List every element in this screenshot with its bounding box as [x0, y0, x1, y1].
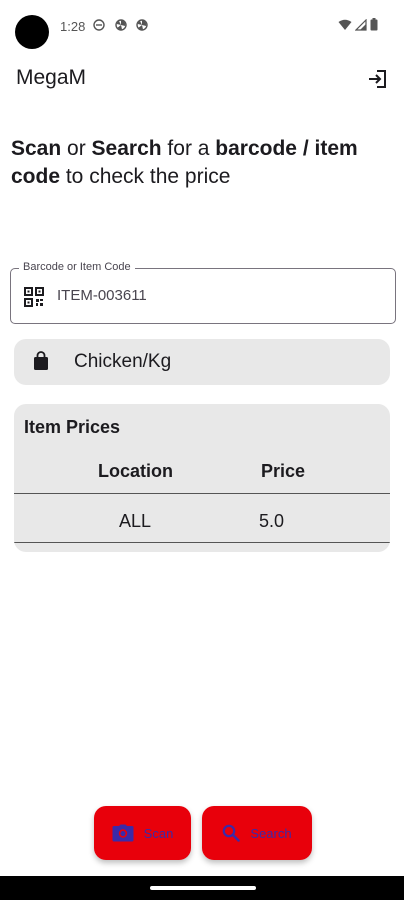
qr-code-icon: [24, 287, 44, 307]
instruction-tail: to check the price: [60, 165, 231, 188]
instruction-text: Scan or Search for a barcode / item code…: [11, 135, 391, 191]
wifi-icon: [338, 19, 352, 30]
camera-cutout: [15, 15, 49, 49]
cell-price: 5.0: [259, 511, 285, 531]
status-system-icons: [338, 18, 378, 31]
column-header-location: Location: [98, 461, 173, 481]
cell-location: ALL: [119, 511, 152, 531]
status-bar: 1:28: [0, 0, 404, 52]
camera-icon: [112, 824, 134, 842]
instruction-connector: or: [61, 137, 92, 160]
column-header-price: Price: [261, 461, 306, 481]
instruction-scan: Scan: [11, 137, 62, 160]
header-divider: [14, 493, 390, 494]
signal-icon: [355, 18, 367, 31]
product-card: Chicken/Kg: [14, 339, 390, 385]
barcode-input[interactable]: [57, 287, 357, 304]
pinwheel-icon: [115, 19, 127, 31]
row-divider: [14, 542, 390, 543]
product-name: Chicken/Kg: [74, 351, 172, 372]
scan-button[interactable]: Scan: [94, 806, 191, 860]
battery-icon: [370, 18, 378, 31]
instruction-search: Search: [91, 137, 162, 160]
instruction-connector: for a: [161, 137, 216, 160]
home-gesture-handle[interactable]: [150, 886, 256, 890]
search-icon: [223, 824, 241, 842]
barcode-field-label: Barcode or Item Code: [19, 261, 135, 273]
app-title: MegaM: [16, 66, 87, 89]
pinwheel-icon: [136, 19, 148, 31]
system-nav-bar: [0, 876, 404, 900]
item-prices-card: Item Prices Location Price ALL 5.0: [14, 404, 390, 552]
do-not-disturb-icon: [93, 19, 105, 31]
status-time: 1:28: [60, 19, 86, 34]
scan-button-label: Scan: [143, 825, 174, 841]
logout-button[interactable]: [362, 63, 394, 95]
item-prices-title: Item Prices: [24, 417, 121, 437]
search-button[interactable]: Search: [202, 806, 312, 860]
search-button-label: Search: [250, 825, 292, 841]
logout-icon: [369, 70, 386, 88]
barcode-field[interactable]: Barcode or Item Code: [10, 261, 396, 324]
shopping-bag-icon: [34, 351, 48, 370]
app-bar: MegaM: [0, 55, 404, 103]
